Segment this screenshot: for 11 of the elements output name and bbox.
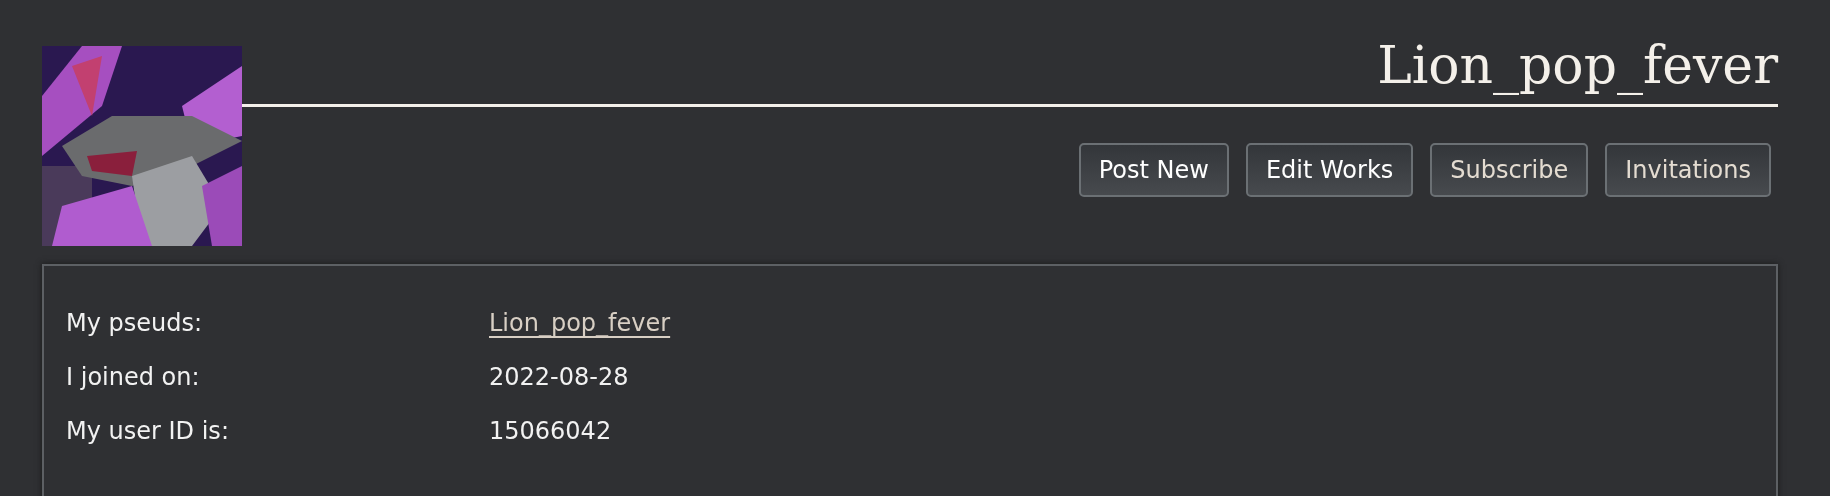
action-button[interactable]: Invitations	[1605, 143, 1771, 197]
action-button[interactable]: Edit Works	[1245, 143, 1414, 197]
field-value: 2022-08-28	[489, 363, 629, 391]
field-label: My pseuds:	[66, 308, 204, 339]
user-title: Lion_pop_fever	[1377, 36, 1778, 97]
field-label: My user ID is:	[66, 416, 230, 447]
action-button[interactable]: Post New	[1078, 143, 1229, 197]
action-button[interactable]: Subscribe	[1430, 143, 1589, 197]
field-value: 15066042	[489, 417, 612, 445]
pseud-link[interactable]: Lion_pop_fever	[489, 309, 671, 337]
field-label: I joined on:	[66, 362, 201, 393]
